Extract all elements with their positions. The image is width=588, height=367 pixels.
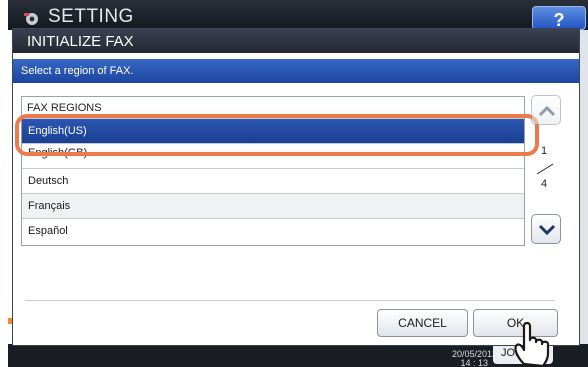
clock-time: 14 : 13: [460, 358, 488, 367]
screen-title: SETTING: [48, 6, 134, 27]
scroll-up-button[interactable]: [531, 95, 561, 125]
dialog-title: INITIALIZE FAX: [13, 29, 579, 53]
scroll-down-button[interactable]: [531, 214, 561, 244]
page-current: 1: [541, 145, 548, 157]
dialog-instruction: Select a region of FAX.: [13, 59, 579, 83]
cancel-button[interactable]: CANCEL: [377, 309, 468, 337]
hand-pointer-icon: [512, 318, 556, 367]
clock: 20/05/2012 14 : 13: [452, 350, 497, 367]
region-item-francais[interactable]: Français: [22, 194, 524, 219]
selection-highlight: [15, 114, 539, 156]
region-item-deutsch[interactable]: Deutsch: [22, 169, 524, 194]
dialog-divider: [25, 300, 555, 301]
help-button[interactable]: ?: [532, 6, 586, 30]
region-item-espanol[interactable]: Español: [22, 219, 524, 244]
page-total: 4: [541, 178, 548, 190]
